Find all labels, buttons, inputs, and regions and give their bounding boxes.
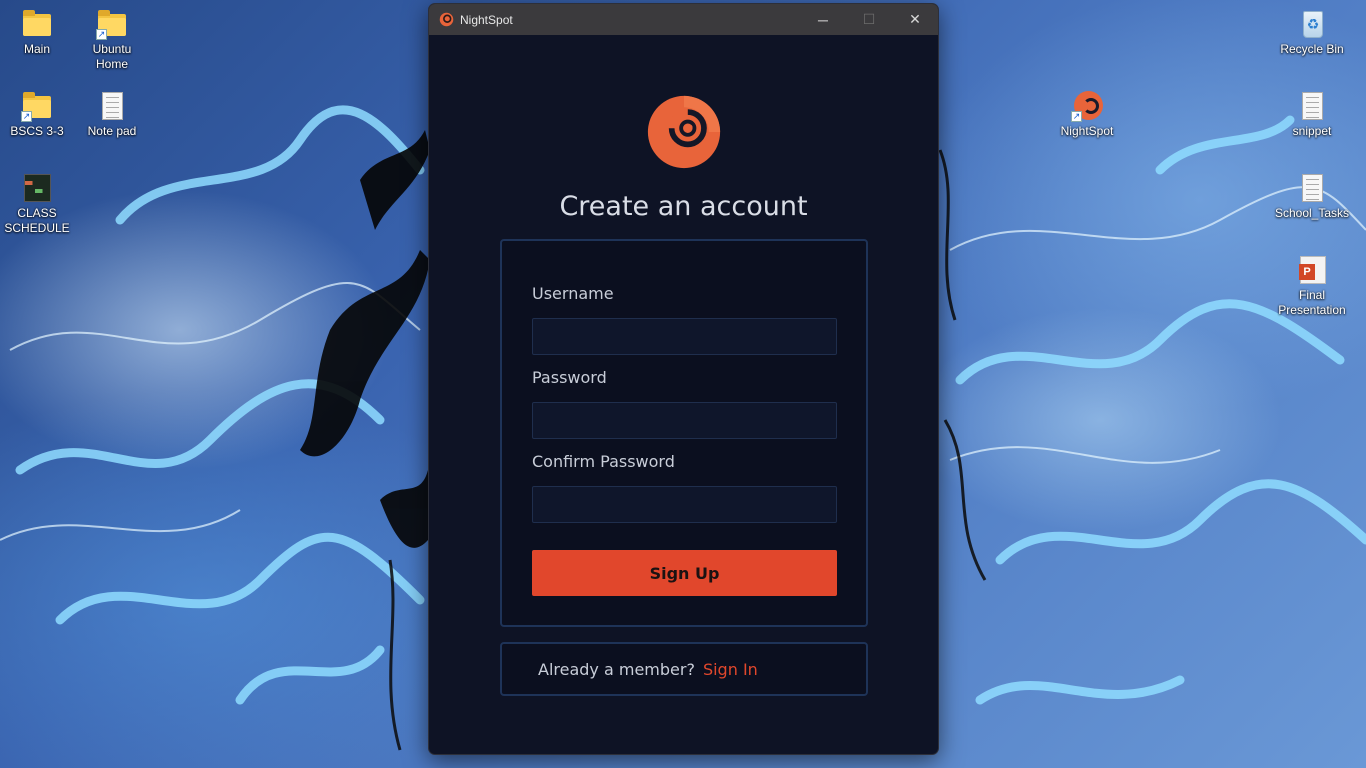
nightspot-logo-icon — [647, 95, 721, 169]
app-window: NightSpot ─ ☐ ✕ Create an account Userna… — [428, 3, 939, 755]
folder-shortcut-icon: ↗ — [21, 90, 53, 122]
desktop-icon-snippet[interactable]: snippet — [1275, 90, 1349, 139]
close-button[interactable]: ✕ — [892, 4, 938, 35]
desktop-icon-ubuntu-home[interactable]: ↗ Ubuntu Home — [75, 8, 149, 72]
document-icon — [1296, 172, 1328, 204]
desktop-icon-label: BSCS 3-3 — [10, 124, 64, 138]
desktop-icon-recycle-bin[interactable]: ♻ Recycle Bin — [1275, 8, 1349, 57]
minimize-button[interactable]: ─ — [800, 4, 846, 35]
maximize-button: ☐ — [862, 11, 876, 27]
folder-shortcut-icon: ↗ — [96, 8, 128, 40]
sign-in-prompt: Already a member? Sign In — [500, 642, 868, 696]
desktop-icon-school-tasks[interactable]: School_Tasks — [1275, 172, 1349, 221]
folder-icon — [21, 8, 53, 40]
username-input[interactable] — [532, 318, 837, 355]
schedule-image-icon — [21, 172, 53, 204]
desktop-icon-bscs[interactable]: ↗ BSCS 3-3 — [0, 90, 74, 139]
sign-in-link[interactable]: Sign In — [703, 660, 758, 679]
confirm-password-label: Confirm Password — [532, 452, 675, 471]
desktop-icon-nightspot[interactable]: ↗ NightSpot — [1050, 90, 1124, 139]
signup-page: Create an account Username Password Conf… — [429, 35, 938, 754]
desktop-icon-label: Main — [23, 42, 50, 56]
document-icon — [1296, 90, 1328, 122]
password-label: Password — [532, 368, 607, 387]
desktop-icon-class-schedule[interactable]: CLASS SCHEDULE — [0, 172, 74, 236]
desktop-icon-notepad[interactable]: Note pad — [75, 90, 149, 139]
powerpoint-icon: P — [1296, 254, 1328, 286]
desktop-icon-main[interactable]: Main — [0, 8, 74, 57]
already-member-text: Already a member? — [538, 659, 695, 679]
desktop-icon-label: Note pad — [87, 124, 137, 138]
page-title: Create an account — [559, 191, 808, 222]
password-input[interactable] — [532, 402, 837, 439]
desktop-icon-label: snippet — [1292, 124, 1332, 138]
window-title: NightSpot — [460, 12, 513, 27]
document-icon — [96, 90, 128, 122]
desktop-icon-label: Final Presentation — [1278, 288, 1346, 317]
sign-up-button[interactable]: Sign Up — [532, 550, 837, 596]
nightspot-logo-icon: ↗ — [1071, 90, 1103, 122]
desktop-icon-label: Recycle Bin — [1280, 42, 1344, 56]
desktop-icon-label: NightSpot — [1060, 124, 1114, 138]
desktop-icon-label: CLASS SCHEDULE — [4, 206, 70, 235]
title-bar[interactable]: NightSpot ─ ☐ ✕ — [429, 4, 938, 35]
desktop-icon-final-presentation[interactable]: P Final Presentation — [1275, 254, 1349, 318]
recycle-bin-icon: ♻ — [1296, 8, 1328, 40]
desktop-icon-label: School_Tasks — [1274, 206, 1350, 220]
confirm-password-input[interactable] — [532, 486, 837, 523]
nightspot-logo-icon — [439, 12, 454, 27]
username-label: Username — [532, 284, 614, 303]
signup-form: Username Password Confirm Password Sign … — [500, 239, 868, 627]
desktop-icon-label: Ubuntu Home — [92, 42, 132, 71]
